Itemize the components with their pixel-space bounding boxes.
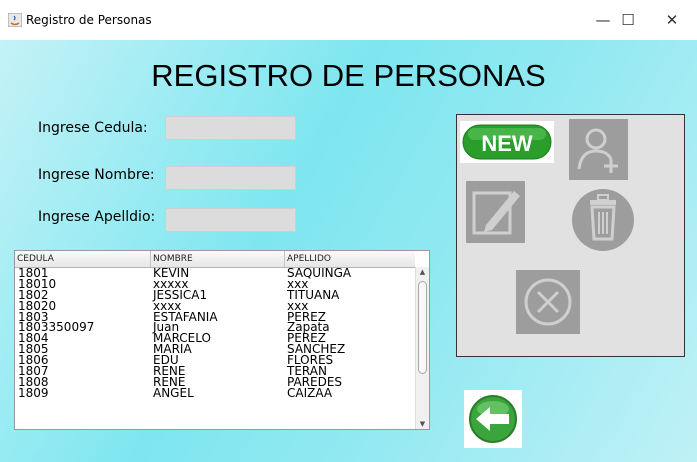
table-row[interactable]: 1808 RENE PAREDES	[15, 376, 415, 388]
scroll-down-icon[interactable]: ▼	[416, 419, 429, 429]
table-row[interactable]: 1806 EDU FLORES	[15, 354, 415, 366]
table-row[interactable]: 1804 MARCELO PEREZ	[15, 332, 415, 344]
scroll-thumb[interactable]	[418, 281, 427, 374]
cedula-label: Ingrese Cedula:	[38, 120, 148, 136]
column-header-cedula[interactable]: CEDULA	[15, 251, 151, 267]
cancel-icon	[524, 278, 572, 326]
column-header-apellido[interactable]: APELLIDO	[285, 251, 415, 267]
maximize-button[interactable]: ☐	[608, 8, 648, 32]
back-arrow-icon	[464, 390, 522, 448]
table-header: CEDULA NOMBRE APELLIDO	[15, 251, 415, 268]
cell-apellido: CAIZAA	[287, 385, 333, 400]
apellido-input[interactable]	[165, 208, 296, 232]
table-row[interactable]: 1802 JESSICA1 TITUANA	[15, 289, 415, 301]
edit-icon	[472, 191, 520, 235]
table-scrollbar[interactable]: ▲ ▼	[415, 267, 429, 429]
column-header-nombre[interactable]: NOMBRE	[151, 251, 285, 267]
table-row[interactable]: 1803350097 Juan Zapata	[15, 321, 415, 333]
add-user-icon	[577, 128, 618, 173]
apellido-label: Ingrese Apelldio:	[38, 209, 156, 225]
trash-icon	[590, 194, 616, 241]
delete-button[interactable]	[572, 189, 634, 251]
table-row[interactable]: 1807 RENE TERAN	[15, 365, 415, 377]
new-button-label: NEW	[481, 131, 533, 156]
java-app-icon	[8, 13, 22, 27]
close-button[interactable]: ✕	[652, 8, 692, 32]
cell-nombre: ANGEL	[153, 385, 194, 400]
window-title: Registro de Personas	[26, 13, 152, 27]
scroll-up-icon[interactable]: ▲	[416, 267, 429, 277]
new-icon: NEW	[460, 121, 554, 163]
new-button[interactable]: NEW	[460, 121, 554, 163]
cancel-button[interactable]	[516, 270, 580, 334]
add-user-button[interactable]	[569, 119, 628, 180]
table-row[interactable]: 1805 MARIA SANCHEZ	[15, 343, 415, 355]
nombre-label: Ingrese Nombre:	[38, 167, 155, 183]
cedula-input[interactable]	[165, 116, 296, 140]
personas-table[interactable]: CEDULA NOMBRE APELLIDO 1801 KEVIN SAQUINGA…	[14, 250, 430, 430]
table-row[interactable]: 18010 xxxxx xxx	[15, 278, 415, 290]
nombre-input[interactable]	[165, 166, 296, 190]
table-body: 1801 KEVIN SAQUINGA 18010 xxxxx xxx 1802 JESS…	[15, 267, 415, 400]
table-row[interactable]: 1809 ANGEL CAIZAA	[15, 385, 415, 400]
main-content: REGISTRO DE PERSONAS Ingrese Cedula: Ing…	[0, 40, 697, 462]
edit-button[interactable]	[466, 181, 525, 243]
title-bar: Registro de Personas — ☐ ✕	[0, 0, 697, 40]
back-button[interactable]	[464, 390, 522, 448]
page-title: REGISTRO DE PERSONAS	[151, 58, 546, 93]
cell-cedula: 1809	[18, 385, 49, 400]
table-row[interactable]: 1801 KEVIN SAQUINGA	[15, 267, 415, 279]
